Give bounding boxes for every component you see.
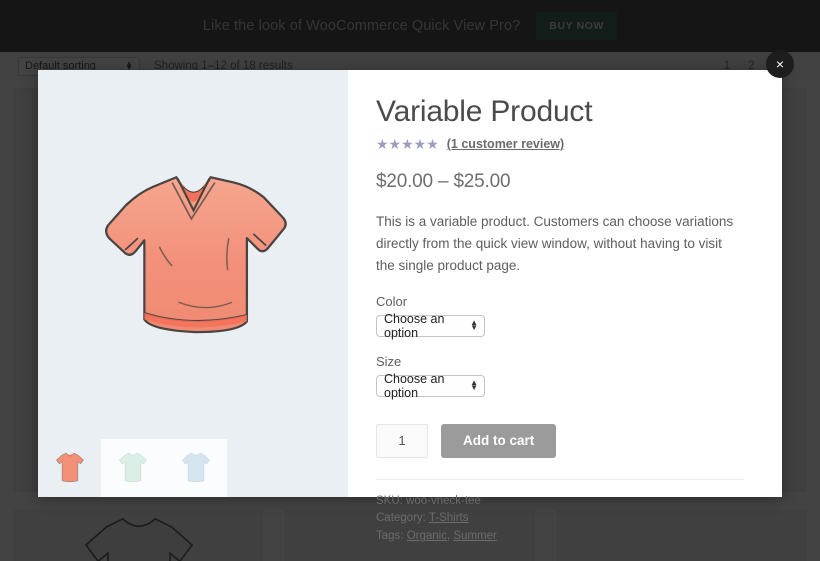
meta-tags: Tags: Organic, Summer	[376, 528, 744, 546]
rating-row: ★★★★★ (1 customer review)	[376, 137, 744, 151]
attribute-label-color: Color	[376, 293, 408, 309]
thumbnail-blue-tshirt[interactable]	[164, 439, 227, 497]
product-title: Variable Product	[376, 95, 593, 128]
meta-sku: SKU: woo-vneck-tee	[376, 493, 744, 511]
thumbnail-coral-tshirt[interactable]	[38, 439, 101, 497]
attribute-label-size: Size	[376, 353, 402, 369]
thumbnail-strip	[38, 439, 348, 497]
meta-tag-link-organic[interactable]: Organic	[407, 530, 447, 542]
product-meta: SKU: woo-vneck-tee Category: T-Shirts Ta…	[376, 478, 744, 546]
coral-vneck-tshirt-icon	[104, 176, 287, 334]
add-to-cart-row: Add to cart	[376, 423, 744, 458]
quantity-input[interactable]	[376, 423, 428, 458]
close-icon[interactable]: ×	[766, 50, 794, 78]
meta-sku-value: woo-vneck-tee	[406, 494, 481, 507]
meta-tag-link-summer[interactable]: Summer	[453, 530, 496, 542]
color-select[interactable]: Choose an option ▲ ▼	[376, 311, 485, 340]
page-root: Default sorting ▲▼ Showing 1–12 of 18 re…	[0, 0, 820, 561]
thumb-tshirt-icon	[181, 452, 210, 483]
customer-review-link[interactable]: (1 customer review)	[447, 137, 564, 151]
product-price: $20.00 – $25.00	[376, 171, 511, 192]
main-product-image[interactable]	[38, 70, 348, 439]
meta-category-label: Category:	[376, 512, 426, 525]
product-summary: Variable Product ★★★★★ (1 customer revie…	[348, 70, 782, 542]
meta-category: Category: T-Shirts	[376, 510, 744, 528]
attribute-size: Size Choose an option ▲ ▼	[376, 353, 744, 400]
color-select-value: Choose an option	[384, 311, 445, 340]
attribute-color: Color Choose an option ▲ ▼	[376, 293, 744, 340]
thumb-tshirt-icon	[55, 452, 84, 483]
add-to-cart-button[interactable]: Add to cart	[441, 423, 557, 458]
size-select[interactable]: Choose an option ▲ ▼	[376, 371, 485, 400]
size-select-value: Choose an option	[384, 371, 445, 400]
meta-tags-label: Tags:	[376, 530, 404, 543]
product-gallery	[38, 70, 348, 497]
product-description: This is a variable product. Customers ca…	[376, 214, 734, 273]
spinner-arrows-icon: ▲▼	[470, 318, 478, 332]
meta-category-link[interactable]: T-Shirts	[429, 512, 469, 524]
star-rating-icon: ★★★★★	[376, 136, 439, 152]
thumb-tshirt-icon	[118, 452, 147, 483]
thumbnail-mint-tshirt[interactable]	[101, 439, 164, 497]
spinner-arrows-icon: ▲▼	[470, 378, 478, 392]
quick-view-modal: Variable Product ★★★★★ (1 customer revie…	[38, 70, 782, 542]
meta-sku-label: SKU:	[376, 494, 403, 507]
